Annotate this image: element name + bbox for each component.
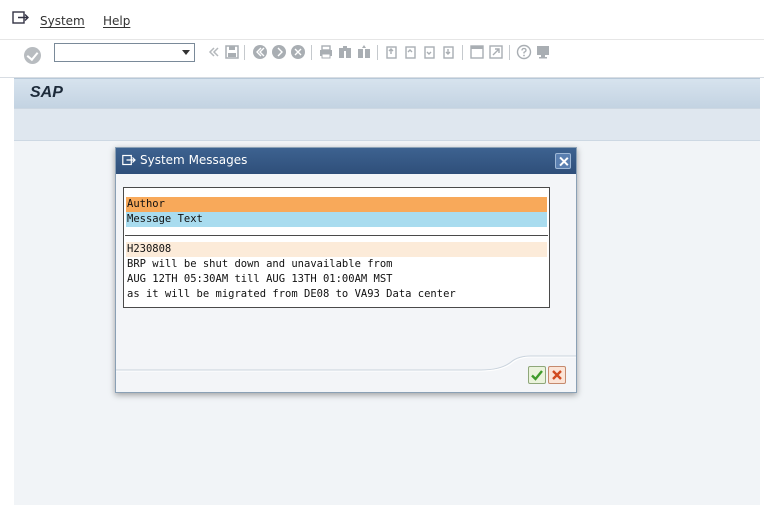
print-icon[interactable] xyxy=(318,44,334,60)
last-page-icon[interactable] xyxy=(441,44,457,60)
title-area: SAP xyxy=(14,78,760,108)
page-title: SAP xyxy=(30,84,63,101)
shortcut-icon[interactable] xyxy=(488,44,504,60)
dialog-titlebar[interactable]: System Messages xyxy=(116,148,576,174)
customize-layout-icon[interactable] xyxy=(535,44,551,60)
help-icon[interactable] xyxy=(516,44,532,60)
confirm-button[interactable] xyxy=(528,366,546,384)
toolbar-separator xyxy=(311,45,312,60)
dialog-title: System Messages xyxy=(140,153,248,167)
save-icon[interactable] xyxy=(224,44,240,60)
checkmark-icon xyxy=(531,370,543,381)
toolbar-separator xyxy=(377,45,378,60)
command-field[interactable] xyxy=(54,43,195,62)
toolbar-separator xyxy=(509,45,510,60)
exit-icon[interactable] xyxy=(271,44,287,60)
chevron-down-icon[interactable] xyxy=(182,50,190,55)
message-author: H230808 xyxy=(126,242,547,257)
toolbar-separator xyxy=(244,45,245,60)
messages-table: Author Message Text H230808 BRP will be … xyxy=(123,187,550,308)
menu-help[interactable]: Help xyxy=(103,14,130,28)
system-messages-dialog: System Messages Author Message Text H230… xyxy=(115,147,577,393)
new-session-icon[interactable] xyxy=(469,44,485,60)
column-header-author: Author xyxy=(126,197,547,212)
menu-bar: System Help xyxy=(0,0,764,40)
back-icon[interactable] xyxy=(252,44,268,60)
message-line: AUG 12TH 05:30AM till AUG 13TH 01:00AM M… xyxy=(126,272,547,287)
message-line: as it will be migrated from DE08 to VA93… xyxy=(126,287,547,302)
enter-icon[interactable] xyxy=(24,47,41,64)
cross-icon xyxy=(552,370,562,380)
double-left-arrow-icon[interactable] xyxy=(205,44,221,60)
divider xyxy=(125,235,548,236)
first-page-icon[interactable] xyxy=(384,44,400,60)
cancel-button[interactable] xyxy=(548,366,566,384)
dialog-footer-decoration xyxy=(116,355,576,372)
exit-menu-icon[interactable] xyxy=(12,10,30,26)
find-next-icon[interactable] xyxy=(356,44,372,60)
cancel-icon[interactable] xyxy=(290,44,306,60)
exit-menu-icon xyxy=(122,154,136,166)
menu-system[interactable]: System xyxy=(40,14,85,28)
previous-page-icon[interactable] xyxy=(403,44,419,60)
column-header-message-text: Message Text xyxy=(126,212,547,227)
application-toolbar xyxy=(14,108,760,141)
close-icon[interactable] xyxy=(555,153,571,169)
find-icon[interactable] xyxy=(337,44,353,60)
next-page-icon[interactable] xyxy=(422,44,438,60)
message-line: BRP will be shut down and unavailable fr… xyxy=(126,257,547,272)
toolbar-separator xyxy=(462,45,463,60)
